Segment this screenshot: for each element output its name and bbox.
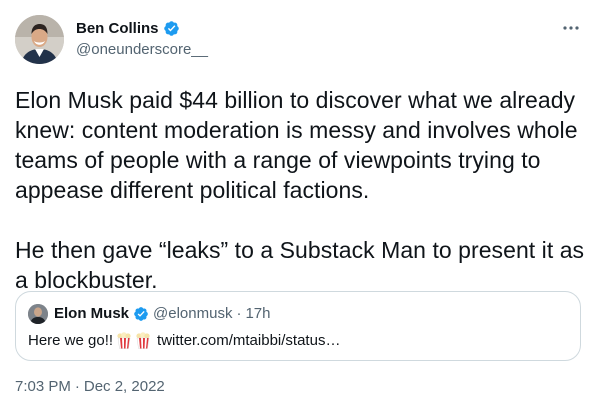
quoted-tweet[interactable]: Elon Musk @elonmusk · 17h Here we go!! t… bbox=[15, 291, 581, 361]
tweet-paragraph-1: Elon Musk paid $44 billion to discover w… bbox=[15, 87, 578, 203]
author-name-row[interactable]: Ben Collins bbox=[76, 20, 180, 37]
quoted-separator: · bbox=[236, 305, 242, 322]
quoted-author-name: Elon Musk bbox=[54, 305, 130, 322]
author-handle[interactable]: @oneunderscore__ bbox=[76, 41, 208, 58]
author-avatar[interactable] bbox=[15, 15, 64, 64]
tweet-date[interactable]: Dec 2, 2022 bbox=[84, 378, 165, 395]
quoted-author-avatar bbox=[28, 304, 48, 324]
quoted-tweet-time: 17h bbox=[245, 305, 271, 322]
tweet-time[interactable]: 7:03 PM bbox=[15, 378, 71, 395]
tweet-card: Ben Collins @oneunderscore__ Elon Musk p… bbox=[0, 0, 599, 413]
popcorn-icon bbox=[136, 332, 150, 349]
more-dots-icon bbox=[563, 26, 579, 30]
quoted-tweet-body: Here we go!! twitter.com/mtaibbi/status… bbox=[28, 332, 340, 349]
quoted-tweet-text: Here we go!! bbox=[28, 332, 114, 349]
quoted-tweet-link[interactable]: twitter.com/mtaibbi/status… bbox=[157, 332, 340, 349]
tweet-text: Elon Musk paid $44 billion to discover w… bbox=[15, 85, 585, 295]
more-options-button[interactable] bbox=[556, 18, 586, 38]
verified-badge-icon bbox=[134, 306, 148, 321]
verified-badge-icon bbox=[163, 21, 179, 36]
quoted-tweet-header: Elon Musk @elonmusk · 17h bbox=[54, 305, 270, 322]
author-display-name[interactable]: Ben Collins bbox=[76, 20, 159, 37]
tweet-paragraph-2: He then gave “leaks” to a Substack Man t… bbox=[15, 237, 585, 293]
popcorn-icon bbox=[117, 332, 131, 349]
timestamp-separator: · bbox=[74, 378, 80, 395]
tweet-timestamp[interactable]: 7:03 PM · Dec 2, 2022 bbox=[15, 378, 165, 395]
quoted-author-handle: @elonmusk bbox=[153, 305, 233, 322]
